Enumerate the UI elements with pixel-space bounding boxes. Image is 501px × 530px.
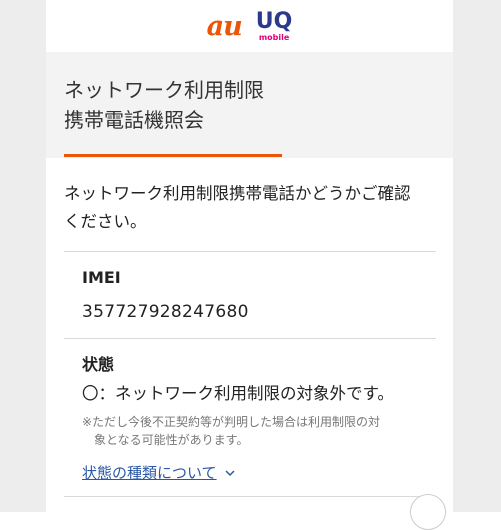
status-types-link[interactable]: 状態の種類について xyxy=(82,462,235,483)
status-label: 状態 xyxy=(82,355,115,374)
title-band: ネットワーク利用制限 携帯電話機照会 xyxy=(46,52,453,158)
intro-line2: ください。 xyxy=(64,212,147,231)
uq-logo-text: UQ xyxy=(255,8,293,34)
status-types-link-label: 状態の種類について xyxy=(82,464,217,482)
page-title-line1: ネットワーク利用制限 xyxy=(64,78,264,102)
page-title-line2: 携帯電話機照会 xyxy=(64,108,204,132)
divider xyxy=(64,251,436,252)
title-underline xyxy=(64,154,282,157)
site-header: au UQ mobile xyxy=(46,0,453,52)
divider xyxy=(64,338,436,339)
left-gutter xyxy=(0,0,46,512)
right-gutter xyxy=(453,0,501,512)
status-note: ※ただし今後不正契約等が判明した場合は利用制限の対 象となる可能性があります。 xyxy=(82,413,432,449)
intro-line1: ネットワーク利用制限携帯電話かどうかご確認 xyxy=(64,184,411,203)
status-note-line2: 象となる可能性があります。 xyxy=(94,433,249,447)
status-text: 〇：ネットワーク利用制限の対象外です。 xyxy=(82,384,394,403)
chevron-down-icon xyxy=(225,469,235,476)
scroll-top-button[interactable] xyxy=(410,494,446,530)
au-logo[interactable]: au xyxy=(207,13,243,40)
divider xyxy=(64,496,436,497)
status-note-line1: ※ただし今後不正契約等が判明した場合は利用制限の対 xyxy=(82,415,381,429)
imei-label: IMEI xyxy=(82,268,121,287)
page-content: au UQ mobile ネットワーク利用制限 携帯電話機照会 ネットワーク利用… xyxy=(46,0,454,530)
uq-mobile-logo[interactable]: UQ mobile xyxy=(255,8,293,42)
imei-value: 357727928247680 xyxy=(82,302,249,322)
intro-text: ネットワーク利用制限携帯電話かどうかご確認 ください。 xyxy=(64,180,454,236)
uq-logo-subtext: mobile xyxy=(258,32,290,42)
page-title: ネットワーク利用制限 携帯電話機照会 xyxy=(64,75,264,135)
